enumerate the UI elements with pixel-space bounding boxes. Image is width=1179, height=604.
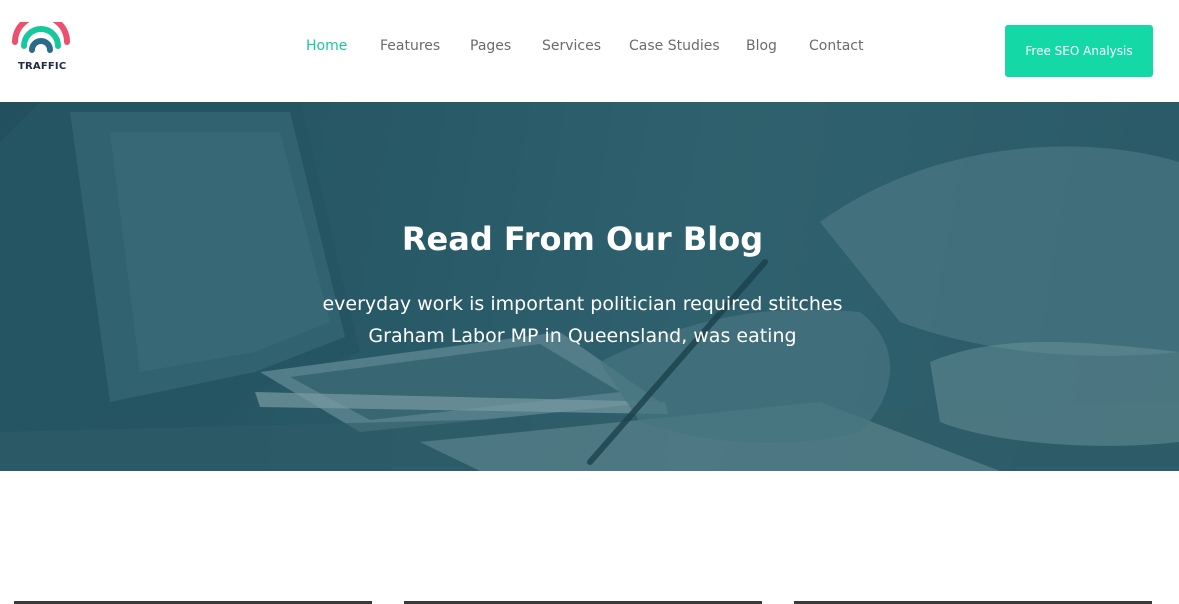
traffic-logo-icon — [12, 22, 70, 53]
free-seo-analysis-button[interactable]: Free SEO Analysis — [1005, 25, 1153, 77]
hero-subtitle-line-1: everyday work is important politician re… — [322, 293, 843, 315]
nav-item-home[interactable]: Home — [306, 38, 347, 54]
nav-item-pages[interactable]: Pages — [470, 38, 511, 54]
nav-item-case-studies[interactable]: Case Studies — [629, 38, 720, 54]
nav-item-features[interactable]: Features — [380, 38, 440, 54]
hero-overlay — [0, 102, 1179, 471]
site-header: TRAFFIC Home Features Pages Services Cas… — [0, 0, 1179, 102]
traffic-logo[interactable]: TRAFFIC — [12, 22, 70, 74]
brand-name: TRAFFIC — [18, 61, 67, 72]
hero-subtitle-line-2: Graham Labor MP in Queensland, was eatin… — [368, 325, 797, 347]
nav-item-services[interactable]: Services — [542, 38, 601, 54]
nav-item-blog[interactable]: Blog — [746, 38, 777, 54]
hero-banner: Read From Our Blog everyday work is impo… — [0, 102, 1179, 471]
hero-title: Read From Our Blog — [401, 220, 764, 258]
hero-subtitle: everyday work is important politician re… — [0, 288, 1165, 352]
nav-item-contact[interactable]: Contact — [809, 38, 863, 54]
